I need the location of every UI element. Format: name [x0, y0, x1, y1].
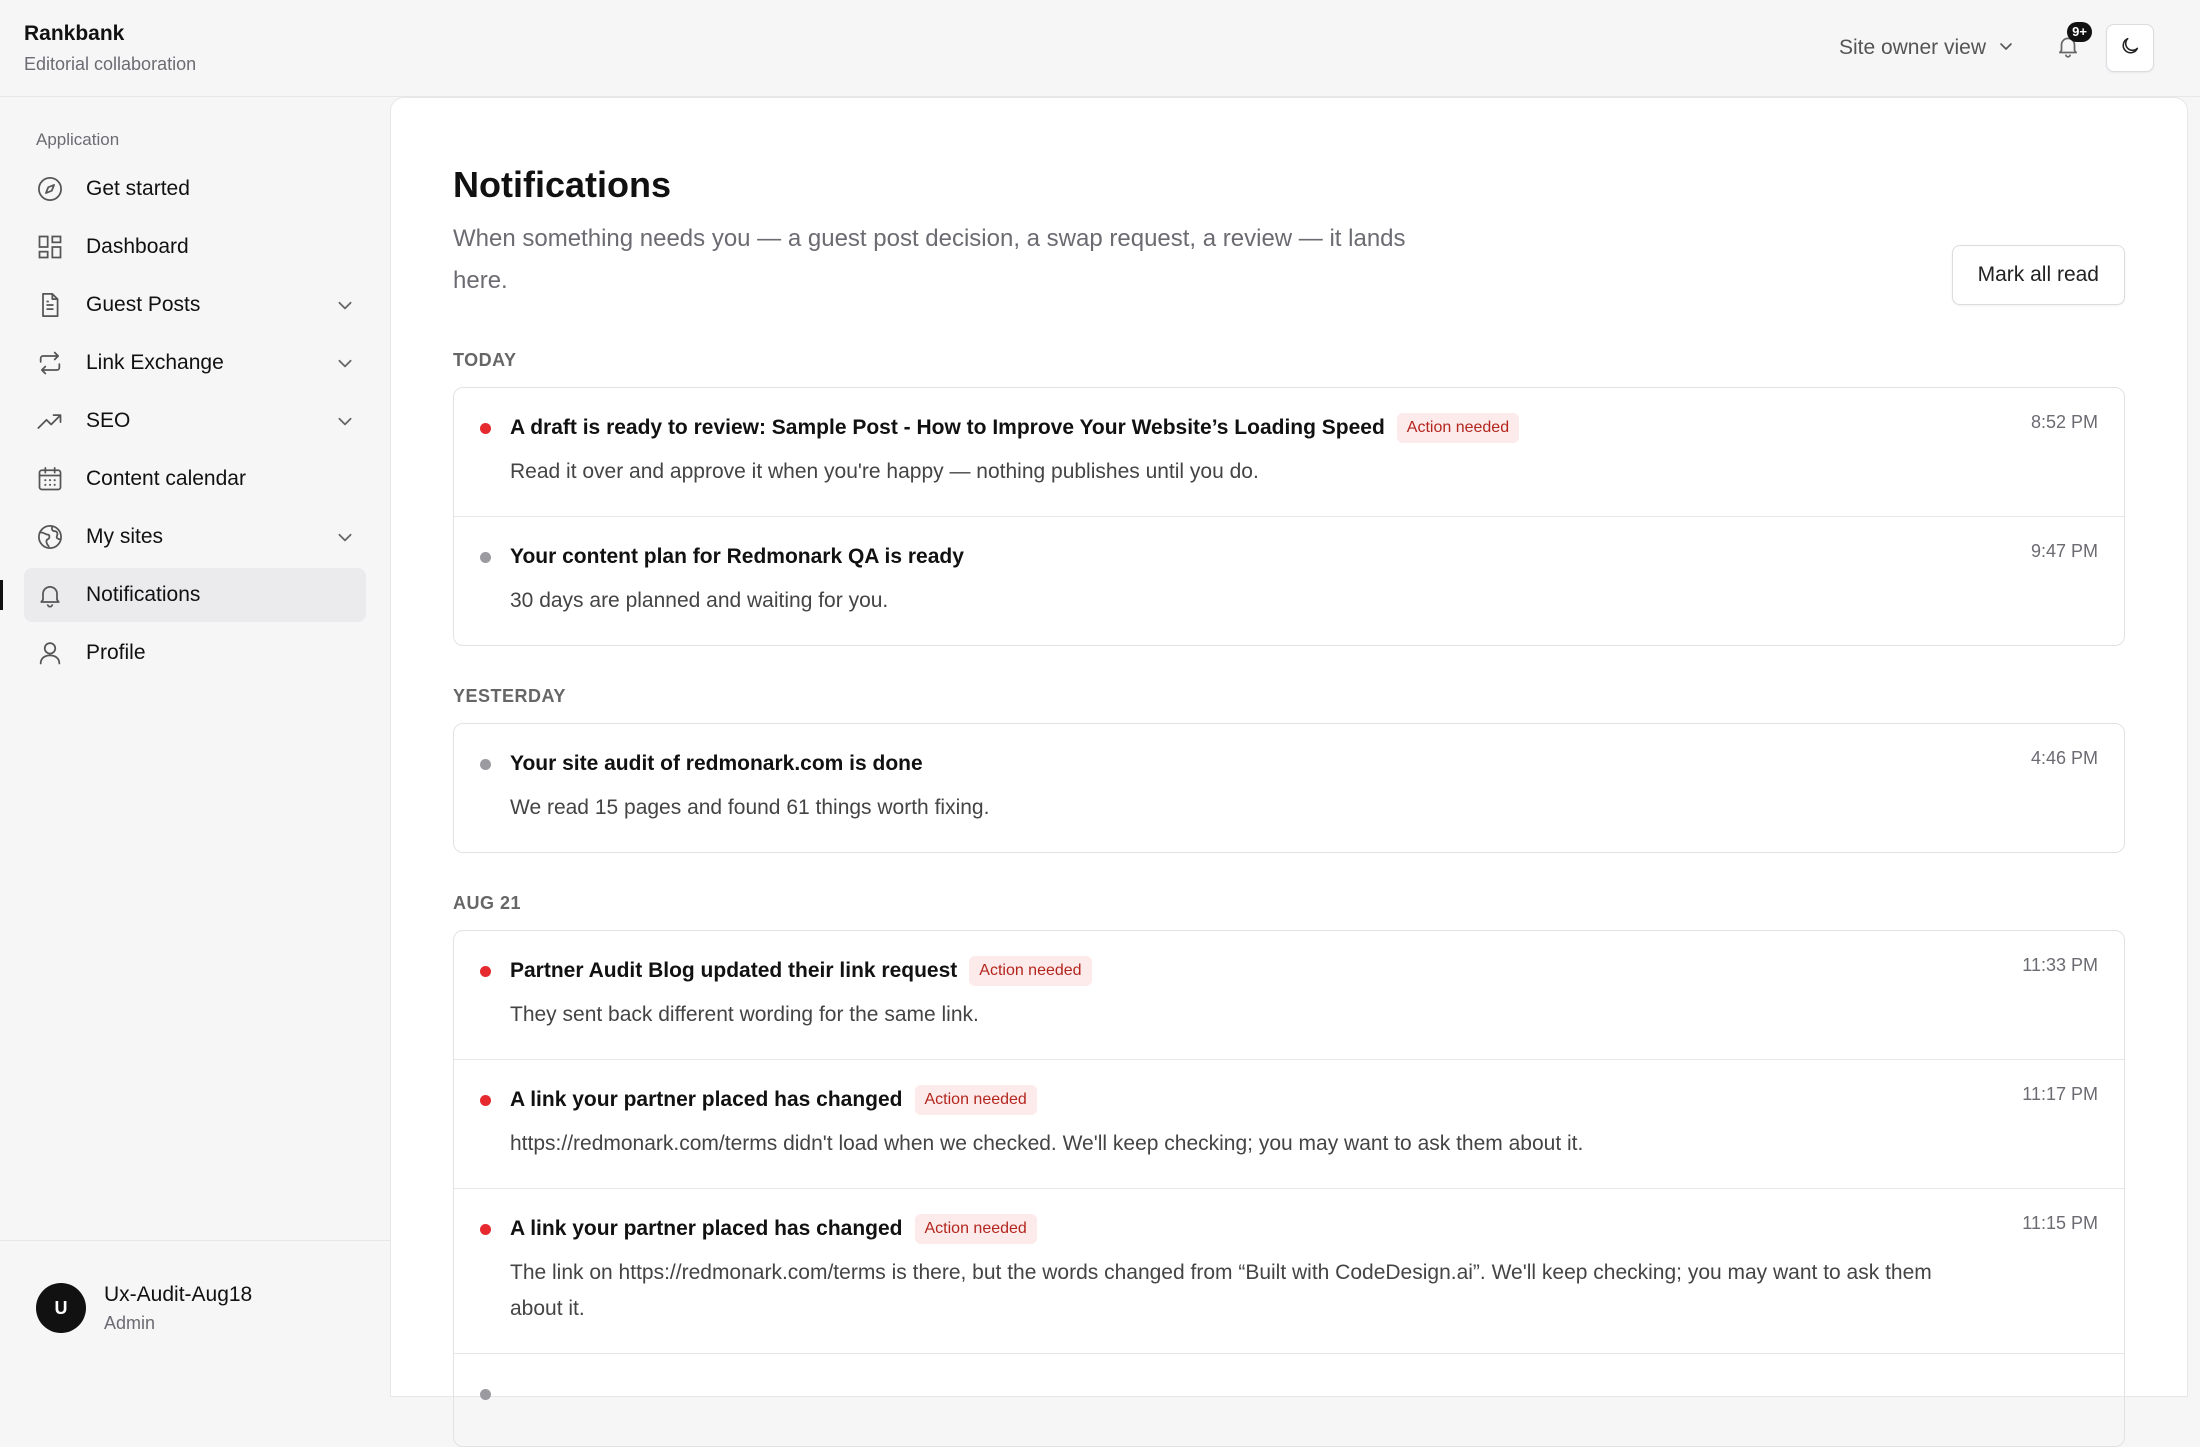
action-needed-badge: Action needed	[914, 1085, 1037, 1115]
app-name: Rankbank	[24, 21, 125, 45]
notification-time: 9:47 PM	[2030, 541, 2098, 561]
read-dot	[480, 1389, 491, 1400]
notification-body: We read 15 pages and found 61 things wor…	[510, 796, 990, 819]
notification-count-badge: 9+	[2067, 22, 2092, 42]
notification-time: 4:46 PM	[2030, 748, 2098, 768]
notification-body: 30 days are planned and waiting for you.	[510, 589, 889, 612]
group-label: AUG 21	[453, 893, 522, 913]
unread-dot	[480, 1224, 491, 1235]
notification-item[interactable]	[454, 1354, 2124, 1446]
compass-icon	[36, 175, 64, 203]
notification-group: AUG 21 Partner Audit Blog updated their l…	[453, 893, 2125, 1447]
notification-body: Read it over and approve it when you're …	[510, 460, 1259, 483]
group-label: YESTERDAY	[453, 686, 566, 706]
notification-groups: TODAY A draft is ready to review: Sample …	[453, 350, 2125, 1447]
action-needed-badge: Action needed	[1396, 413, 1520, 443]
sidebar: Application Get started Dashboard Guest …	[0, 97, 390, 1375]
notification-title: A link your partner placed has changed	[510, 1217, 903, 1240]
unread-dot	[480, 423, 491, 434]
notification-time: 11:17 PM	[2022, 1084, 2098, 1104]
notification-time: 11:15 PM	[2022, 1213, 2098, 1233]
page-title: Notifications	[453, 164, 672, 205]
moon-icon	[2119, 35, 2141, 62]
sidebar-item-dashboard[interactable]: Dashboard	[24, 220, 366, 274]
read-dot	[480, 759, 491, 770]
group-label: TODAY	[453, 350, 517, 370]
notification-group: YESTERDAY Your site audit of redmonark.co…	[453, 686, 2125, 853]
calendar-icon	[36, 465, 64, 493]
notification-card: Your site audit of redmonark.com is done…	[453, 723, 2125, 853]
theme-toggle-button[interactable]	[2106, 24, 2154, 72]
document-icon	[36, 291, 64, 319]
notification-body: They sent back different wording for the…	[510, 1003, 979, 1026]
view-selector-label: Site owner view	[1838, 36, 1986, 59]
sidebar-nav: Get started Dashboard Guest Posts Link E…	[0, 162, 390, 680]
notification-title: Your content plan for Redmonark QA is re…	[510, 545, 964, 568]
notification-title: A link your partner placed has changed	[510, 1088, 903, 1111]
trending-up-icon	[36, 407, 64, 435]
sidebar-item-seo[interactable]: SEO	[24, 394, 366, 448]
mark-all-read-button[interactable]: Mark all read	[1951, 245, 2125, 305]
sidebar-item-label: Dashboard	[86, 235, 189, 258]
notification-item[interactable]: Your site audit of redmonark.com is done…	[454, 724, 2124, 852]
unread-dot	[480, 966, 491, 977]
notification-item[interactable]: Partner Audit Blog updated their link re…	[454, 931, 2124, 1060]
dashboard-icon	[36, 233, 64, 261]
unread-dot	[480, 1095, 491, 1106]
action-needed-badge: Action needed	[914, 1214, 1037, 1244]
sidebar-item-guest-posts[interactable]: Guest Posts	[24, 278, 366, 332]
sidebar-item-label: Notifications	[86, 583, 201, 606]
notification-title: A draft is ready to review: Sample Post …	[510, 416, 1385, 439]
sidebar-item-label: SEO	[86, 409, 131, 432]
chevron-down-icon	[336, 296, 354, 314]
page-description: When something needs you — a guest post …	[453, 225, 1406, 294]
chevron-down-icon	[1998, 36, 2014, 60]
notifications-bell-button[interactable]: 9+	[2048, 22, 2092, 68]
sidebar-item-label: Guest Posts	[86, 293, 201, 316]
notification-card: A draft is ready to review: Sample Post …	[453, 387, 2125, 646]
bell-icon	[36, 581, 64, 609]
main-content: Notifications When something needs you —…	[390, 97, 2188, 1447]
repeat-icon	[36, 349, 64, 377]
view-selector[interactable]: Site owner view	[1839, 36, 2014, 60]
chevron-down-icon	[336, 354, 354, 372]
user-menu[interactable]: U Ux-Audit-Aug18 Admin	[0, 1240, 390, 1375]
sidebar-section-label: Application	[36, 130, 120, 149]
notification-item[interactable]: Your content plan for Redmonark QA is re…	[454, 517, 2124, 645]
sidebar-item-link-exchange[interactable]: Link Exchange	[24, 336, 366, 390]
globe-icon	[36, 523, 64, 551]
user-icon	[36, 639, 64, 667]
notification-title: Your site audit of redmonark.com is done	[510, 752, 923, 775]
notification-item[interactable]: A link your partner placed has changed Ac…	[454, 1189, 2124, 1354]
brand[interactable]: Rankbank Editorial collaboration	[24, 22, 196, 75]
notification-card: Partner Audit Blog updated their link re…	[453, 930, 2125, 1447]
chevron-down-icon	[336, 528, 354, 546]
user-role: Admin	[104, 1312, 156, 1333]
user-name: Ux-Audit-Aug18	[104, 1282, 253, 1306]
sidebar-item-get-started[interactable]: Get started	[24, 162, 366, 216]
notification-time: 11:33 PM	[2022, 955, 2098, 975]
sidebar-item-label: Profile	[86, 641, 146, 664]
sidebar-item-content-calendar[interactable]: Content calendar	[24, 452, 366, 506]
notification-time: 8:52 PM	[2030, 412, 2098, 432]
sidebar-item-label: My sites	[86, 525, 164, 548]
notification-item[interactable]: A draft is ready to review: Sample Post …	[454, 388, 2124, 517]
read-dot	[480, 552, 491, 563]
sidebar-item-profile[interactable]: Profile	[24, 626, 366, 680]
sidebar-item-my-sites[interactable]: My sites	[24, 510, 366, 564]
notification-item[interactable]: A link your partner placed has changed Ac…	[454, 1060, 2124, 1189]
sidebar-item-label: Get started	[86, 177, 190, 200]
notification-group: TODAY A draft is ready to review: Sample …	[453, 350, 2125, 646]
avatar: U	[36, 1283, 86, 1333]
sidebar-item-label: Link Exchange	[86, 351, 224, 374]
chevron-down-icon	[336, 412, 354, 430]
action-needed-badge: Action needed	[969, 956, 1092, 986]
sidebar-item-notifications[interactable]: Notifications	[0, 568, 366, 622]
notification-body: The link on https://redmonark.com/terms …	[510, 1261, 1932, 1320]
app-subtitle: Editorial collaboration	[24, 53, 197, 74]
top-bar: Rankbank Editorial collaboration Site ow…	[0, 0, 2200, 97]
notification-body: https://redmonark.com/terms didn't load …	[510, 1132, 1584, 1155]
notification-title: Partner Audit Blog updated their link re…	[510, 959, 958, 982]
sidebar-item-label: Content calendar	[86, 467, 246, 490]
